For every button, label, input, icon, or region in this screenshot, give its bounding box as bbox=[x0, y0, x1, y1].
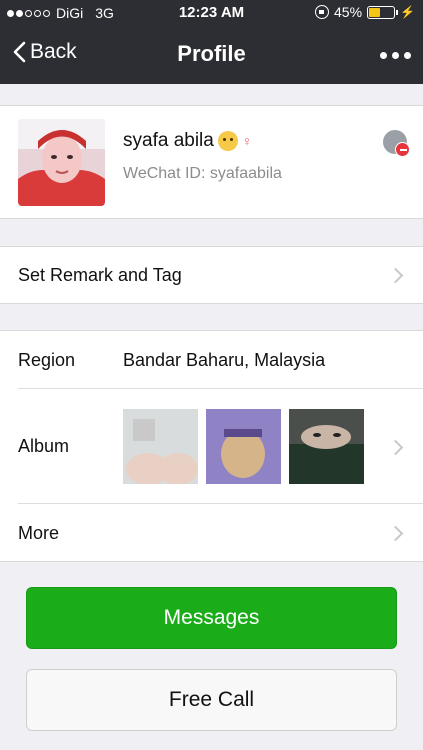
kiss-emoji-icon bbox=[217, 131, 238, 151]
more-options-icon[interactable] bbox=[380, 52, 411, 59]
top-bar: DiGi 3G 12:23 AM 45% ⚡ Back Profile bbox=[0, 0, 423, 84]
free-call-button[interactable]: Free Call bbox=[26, 669, 397, 731]
nav-bar: Back Profile bbox=[0, 26, 423, 84]
album-label: Album bbox=[18, 436, 70, 456]
wechat-id: WeChat ID: syafaabila bbox=[123, 165, 282, 182]
rotation-lock-icon bbox=[315, 5, 330, 19]
region-label: Region bbox=[18, 350, 76, 370]
divider bbox=[18, 503, 423, 504]
avatar[interactable] bbox=[18, 119, 105, 206]
blocked-status-icon bbox=[383, 130, 410, 157]
status-right: 45% ⚡ bbox=[315, 4, 415, 20]
back-button[interactable]: Back bbox=[12, 40, 77, 64]
set-remark-label: Set Remark and Tag bbox=[18, 265, 182, 285]
profile-name: syafa abila bbox=[123, 130, 214, 151]
info-section: Region Bandar Baharu, Malaysia Album Mor… bbox=[0, 330, 423, 562]
back-label: Back bbox=[30, 40, 77, 63]
battery-percent: 45% bbox=[334, 4, 363, 20]
profile-card: syafa abila ♀ WeChat ID: syafaabila bbox=[0, 105, 423, 219]
chevron-left-icon bbox=[13, 41, 26, 63]
battery-fill bbox=[369, 7, 381, 17]
set-remark-row[interactable]: Set Remark and Tag bbox=[0, 246, 423, 304]
profile-name-row: syafa abila ♀ bbox=[123, 130, 252, 152]
charging-icon: ⚡ bbox=[400, 5, 415, 19]
album-photo-2[interactable] bbox=[206, 409, 281, 484]
chevron-right-icon bbox=[387, 525, 404, 542]
chevron-right-icon bbox=[387, 267, 404, 284]
messages-button[interactable]: Messages bbox=[26, 587, 397, 649]
chevron-right-icon bbox=[387, 439, 404, 456]
album-photo-3[interactable] bbox=[289, 409, 364, 484]
status-bar: DiGi 3G 12:23 AM 45% ⚡ bbox=[0, 0, 423, 26]
divider bbox=[18, 388, 423, 389]
battery-icon bbox=[367, 5, 399, 19]
album-photo-1[interactable] bbox=[123, 409, 198, 484]
region-value: Bandar Baharu, Malaysia bbox=[123, 350, 326, 370]
female-gender-icon: ♀ bbox=[241, 133, 253, 149]
more-label: More bbox=[18, 523, 60, 543]
